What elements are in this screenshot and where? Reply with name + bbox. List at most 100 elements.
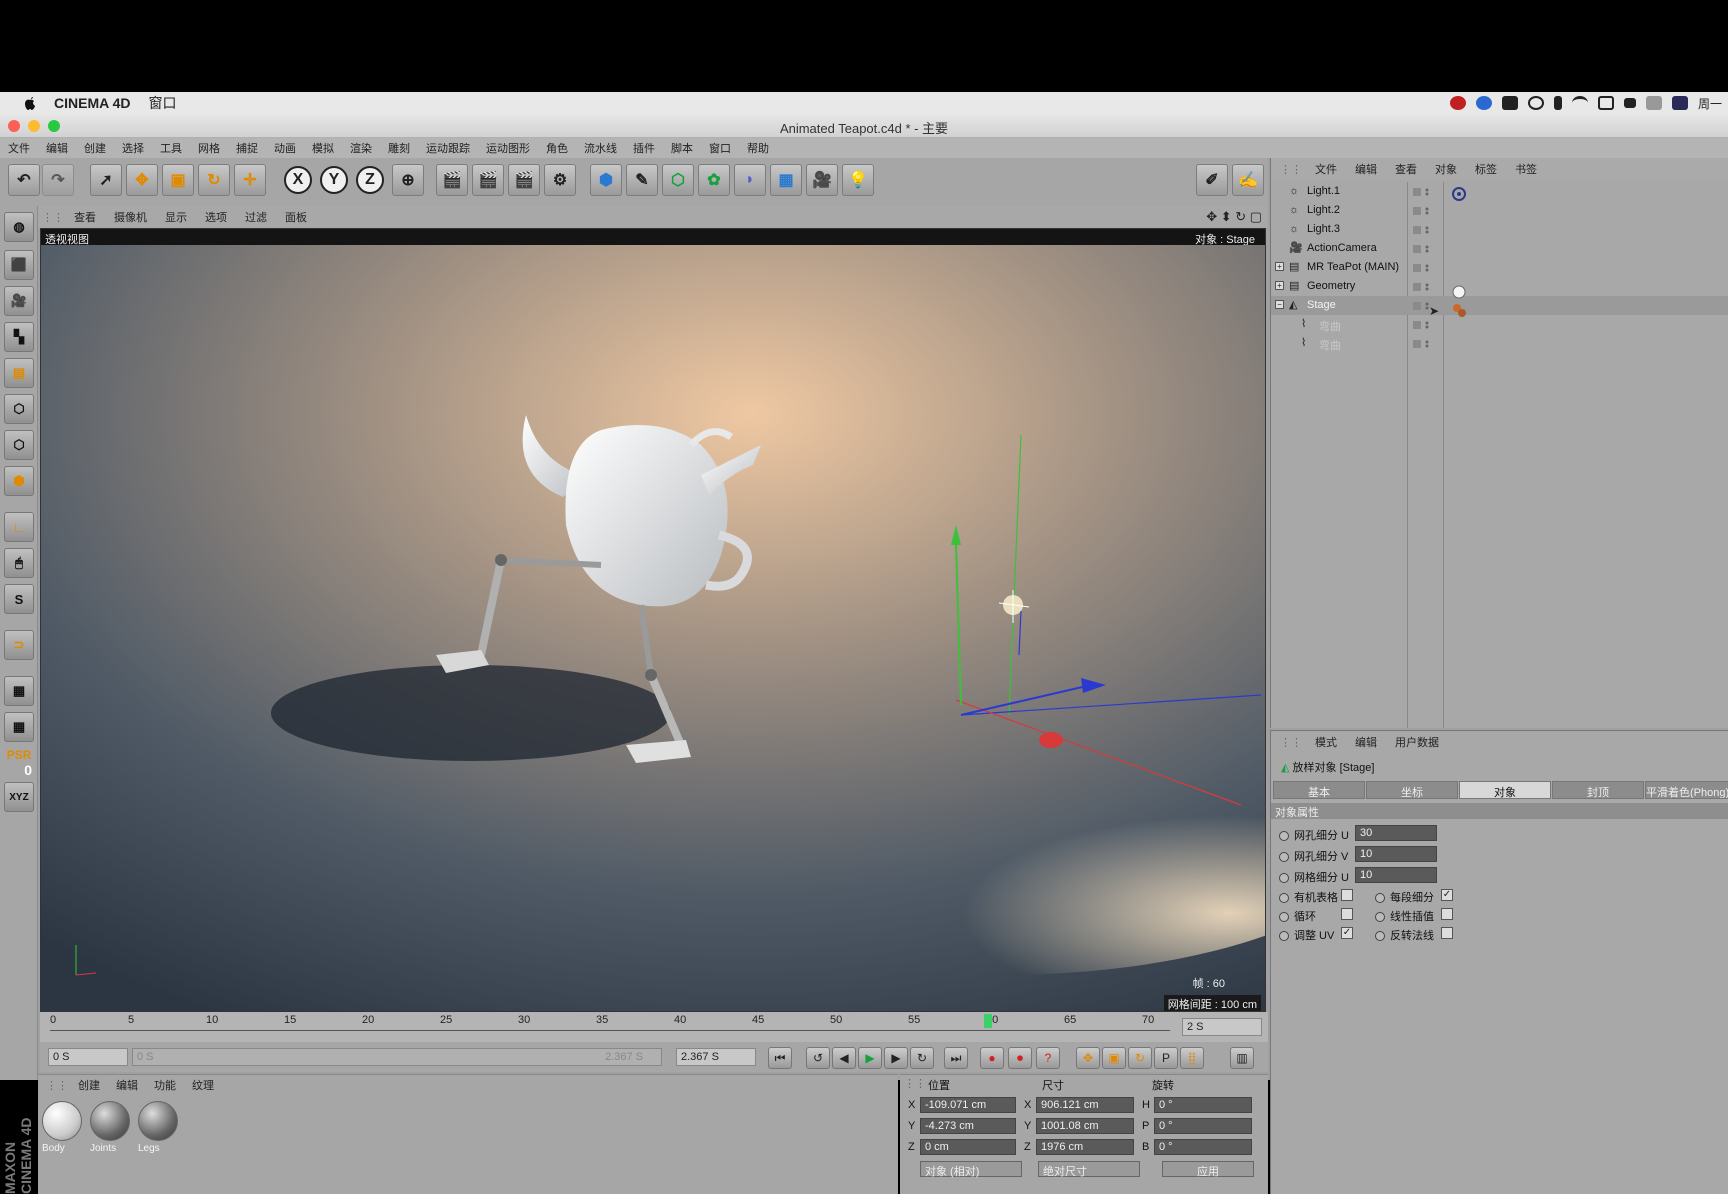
flip-normals-checkbox[interactable] <box>1441 927 1453 939</box>
tweak-mode-icon[interactable]: 🖱 <box>4 548 34 578</box>
size-mode-select[interactable]: 绝对尺寸 <box>1038 1161 1140 1178</box>
linear-interp-checkbox[interactable] <box>1441 908 1453 920</box>
menu-item[interactable]: 网格 <box>198 140 220 156</box>
material-menu-item[interactable]: 编辑 <box>116 1077 138 1093</box>
menu-item[interactable]: 创建 <box>84 140 106 156</box>
anim-radio[interactable] <box>1375 893 1385 904</box>
size-x-field[interactable]: 906.121 cm <box>1036 1097 1134 1113</box>
axis-mode-icon[interactable]: ∟ <box>4 512 34 542</box>
axis-x-lock[interactable]: X <box>284 166 312 194</box>
object-row[interactable]: ⌇ 弯曲 <box>1271 315 1728 334</box>
paint-brush-icon[interactable]: ✍ <box>1232 164 1264 196</box>
visibility-dots-icon[interactable] <box>1413 320 1433 329</box>
menu-item[interactable]: 帮助 <box>747 140 769 156</box>
material-tag-icon[interactable] <box>1451 302 1467 318</box>
anim-radio[interactable] <box>1279 931 1289 942</box>
object-name[interactable]: 弯曲 <box>1319 337 1341 353</box>
object-name[interactable]: Geometry <box>1307 280 1355 292</box>
object-row[interactable]: ☼ Light.2 <box>1271 201 1728 220</box>
render-region-icon[interactable]: 🎬 <box>472 164 504 196</box>
visibility-dots-icon[interactable] <box>1413 282 1433 291</box>
next-key-icon[interactable]: ↻ <box>910 1047 934 1069</box>
pen-icon[interactable]: ✎ <box>626 164 658 196</box>
menu-item[interactable]: 选择 <box>122 140 144 156</box>
object-name[interactable]: 弯曲 <box>1319 318 1341 334</box>
timeline-end-field[interactable]: 2 S <box>1182 1018 1262 1036</box>
viewport-menu-item[interactable]: 面板 <box>285 209 307 225</box>
each-segment-checkbox[interactable]: ✓ <box>1441 889 1453 901</box>
visibility-dots-icon[interactable] <box>1413 339 1433 348</box>
expand-toggle-icon[interactable]: + <box>1275 262 1284 271</box>
window-menu[interactable]: 窗口 <box>149 93 177 113</box>
drag-handle-icon[interactable]: ⋮⋮ <box>42 211 64 224</box>
menu-item[interactable]: 雕刻 <box>388 140 410 156</box>
anim-radio[interactable] <box>1375 912 1385 923</box>
material-swatch[interactable]: Legs <box>138 1101 178 1159</box>
anim-radio[interactable] <box>1279 893 1289 904</box>
object-menu-item[interactable]: 查看 <box>1395 161 1417 177</box>
mesh-v-field[interactable]: 10 <box>1355 846 1437 862</box>
viewport-menu-item[interactable]: 过滤 <box>245 209 267 225</box>
light-bulb-icon[interactable]: 💡 <box>842 164 874 196</box>
rotation-h-field[interactable]: 0 ° <box>1154 1097 1252 1113</box>
go-to-start-icon[interactable]: ⏮ <box>768 1047 792 1069</box>
menu-item[interactable]: 捕捉 <box>236 140 258 156</box>
attribute-menu-item[interactable]: 模式 <box>1315 734 1337 750</box>
sculpt-brush-icon[interactable]: ✐ <box>1196 164 1228 196</box>
object-menu-item[interactable]: 对象 <box>1435 161 1457 177</box>
end-time-field[interactable]: 2.367 S <box>676 1048 756 1066</box>
menu-item[interactable]: 动画 <box>274 140 296 156</box>
scene-render[interactable] <box>41 245 1265 1011</box>
airplay-icon[interactable] <box>1597 96 1614 110</box>
object-menu-item[interactable]: 书签 <box>1515 161 1537 177</box>
loop-checkbox[interactable] <box>1341 908 1353 920</box>
planar-workplane-icon[interactable]: ▦ <box>4 712 34 742</box>
menu-item[interactable]: 窗口 <box>709 140 731 156</box>
object-menu-item[interactable]: 标签 <box>1475 161 1497 177</box>
object-menu-item[interactable]: 编辑 <box>1355 161 1377 177</box>
rotation-p-field[interactable]: 0 ° <box>1154 1118 1252 1134</box>
size-z-field[interactable]: 1976 cm <box>1036 1139 1134 1155</box>
rotate-icon[interactable]: ↻ <box>198 164 230 196</box>
texture-mode-icon[interactable]: ▚ <box>4 322 34 352</box>
object-row[interactable]: ☼ Light.1 <box>1271 182 1728 201</box>
anim-radio[interactable] <box>1279 852 1289 863</box>
spotlight-icon[interactable] <box>1527 96 1544 110</box>
menu-item[interactable]: 模拟 <box>312 140 334 156</box>
autokey-icon[interactable]: ⏺ <box>1008 1047 1032 1069</box>
rotation-b-field[interactable]: 0 ° <box>1154 1139 1252 1155</box>
tab-basic[interactable]: 基本 <box>1273 781 1365 799</box>
material-menu-item[interactable]: 功能 <box>154 1077 176 1093</box>
edges-mode-icon[interactable]: ⬡ <box>4 430 34 460</box>
render-picture-viewer-icon[interactable]: 🎬 <box>508 164 540 196</box>
next-frame-icon[interactable]: ▶ <box>884 1047 908 1069</box>
model-mode-icon[interactable]: ⬛ <box>4 250 34 280</box>
tab-caps[interactable]: 封顶 <box>1552 781 1644 799</box>
material-swatch[interactable]: Body <box>42 1101 82 1159</box>
grid-u-field[interactable]: 10 <box>1355 867 1437 883</box>
coordinate-system-icon[interactable]: ⊕ <box>392 164 424 196</box>
material-menu-item[interactable]: 创建 <box>78 1077 100 1093</box>
object-name[interactable]: MR TeaPot (MAIN) <box>1307 261 1399 273</box>
key-parameter-icon[interactable]: P <box>1154 1047 1178 1069</box>
object-row[interactable]: ☼ Light.3 <box>1271 220 1728 239</box>
input-source-icon[interactable] <box>1501 96 1518 110</box>
workplane-icon[interactable]: ▤ <box>4 358 34 388</box>
menu-item[interactable]: 运动跟踪 <box>426 140 470 156</box>
apply-button[interactable]: 应用 <box>1162 1161 1254 1178</box>
object-row[interactable]: ◭ Stage − <box>1271 296 1728 315</box>
visibility-dots-icon[interactable] <box>1413 263 1433 272</box>
axis-z-lock[interactable]: Z <box>356 166 384 194</box>
object-name[interactable]: Stage <box>1307 299 1336 311</box>
lock-workplane-icon[interactable]: ▦ <box>4 676 34 706</box>
material-swatch[interactable]: Joints <box>90 1101 130 1159</box>
render-view-icon[interactable]: 🎬 <box>436 164 468 196</box>
undo-icon[interactable]: ↶ <box>8 164 40 196</box>
object-name[interactable]: ActionCamera <box>1307 242 1377 254</box>
size-y-field[interactable]: 1001.08 cm <box>1036 1118 1134 1134</box>
menu-item[interactable]: 文件 <box>8 140 30 156</box>
solo-icon[interactable]: S <box>4 584 34 614</box>
object-name[interactable]: Light.1 <box>1307 185 1340 197</box>
adjust-uv-checkbox[interactable]: ✓ <box>1341 927 1353 939</box>
anim-radio[interactable] <box>1375 931 1385 942</box>
